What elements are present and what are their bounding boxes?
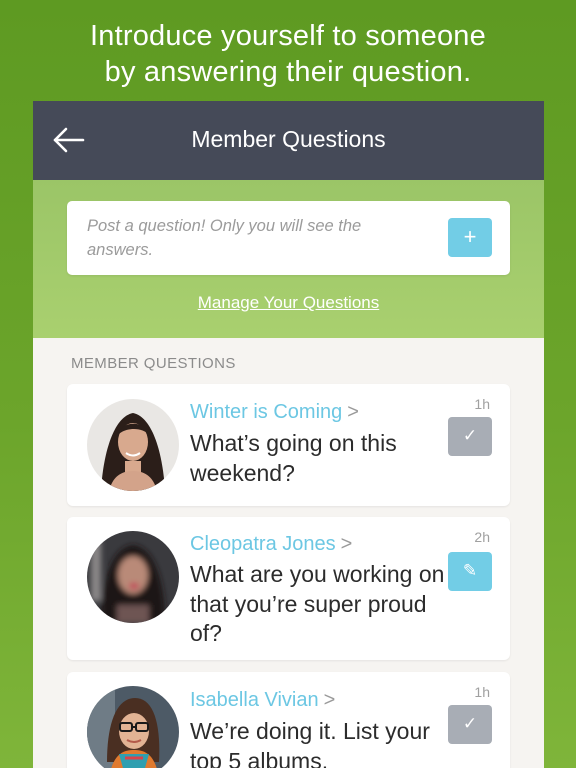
avatar[interactable] [87, 399, 179, 491]
post-question-field[interactable]: Post a question! Only you will see the a… [67, 201, 510, 275]
question-text: What are you working on that you’re supe… [190, 561, 445, 646]
timestamp: 1h [474, 684, 490, 700]
arrow-left-icon [53, 127, 85, 153]
promo-line-2: by answering their question. [104, 56, 472, 88]
checkmark-icon: ✓ [462, 426, 478, 445]
member-name-link[interactable]: Winter is Coming > [190, 401, 359, 424]
promo-line-1: Introduce yourself to someone [90, 20, 486, 52]
chevron-right-icon: > [347, 401, 359, 423]
question-card[interactable]: Cleopatra Jones > What are you working on… [67, 517, 510, 660]
app-screen: Member Questions Post a question! Only y… [33, 101, 544, 768]
chevron-right-icon: > [340, 533, 353, 555]
add-question-button[interactable]: + [448, 218, 492, 257]
member-name-link[interactable]: Cleopatra Jones > [190, 533, 352, 556]
answer-button[interactable]: ✎ [448, 552, 492, 591]
timestamp: 1h [474, 396, 490, 412]
navbar: Member Questions [33, 101, 544, 180]
promo-headline: Introduce yourself to someone by answeri… [0, 18, 576, 90]
pencil-icon: ✎ [462, 561, 478, 580]
chevron-right-icon: > [323, 689, 336, 711]
member-name: Winter is Coming [190, 401, 343, 423]
answered-button[interactable]: ✓ [448, 705, 492, 744]
manage-questions-link[interactable]: Manage Your Questions [33, 293, 544, 313]
question-card[interactable]: Isabella Vivian > We’re doing it. List yo… [67, 672, 510, 768]
plus-icon: + [463, 224, 477, 249]
avatar[interactable] [87, 531, 179, 623]
member-name-link[interactable]: Isabella Vivian > [190, 689, 335, 712]
member-name: Cleopatra Jones [190, 533, 336, 555]
member-name: Isabella Vivian [190, 689, 319, 711]
question-text: What’s going on this weekend? [190, 430, 397, 486]
question-card[interactable]: Winter is Coming > What’s going on this w… [67, 384, 510, 506]
timestamp: 2h [474, 529, 490, 545]
back-button[interactable] [51, 123, 91, 157]
avatar[interactable] [87, 686, 179, 768]
checkmark-icon: ✓ [462, 714, 478, 733]
question-text: We’re doing it. List your top 5 albums. [190, 718, 430, 768]
post-question-panel: Post a question! Only you will see the a… [33, 180, 544, 338]
page-title: Member Questions [191, 126, 386, 152]
answered-button[interactable]: ✓ [448, 417, 492, 456]
post-question-placeholder[interactable]: Post a question! Only you will see the a… [87, 214, 417, 262]
section-heading: MEMBER QUESTIONS [71, 355, 236, 372]
